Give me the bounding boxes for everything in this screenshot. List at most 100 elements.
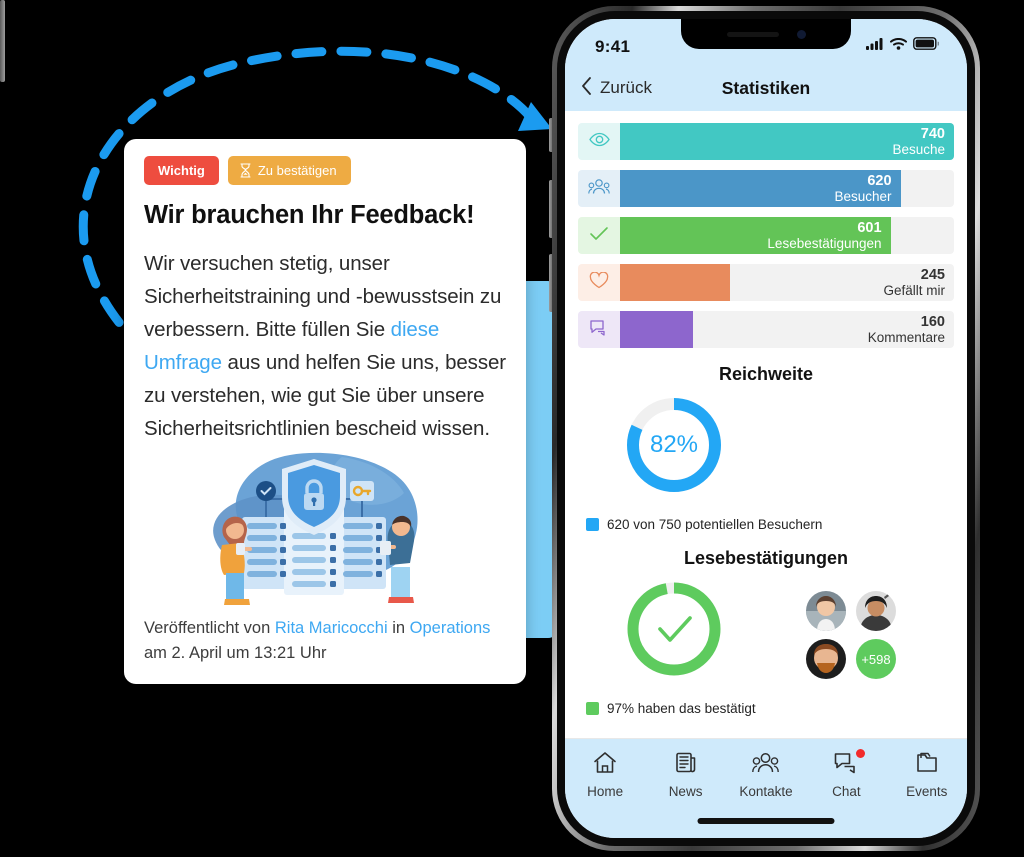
lesebestaetigungen-donut	[627, 582, 721, 676]
contacts-icon	[752, 751, 780, 779]
stat-label: Gefällt mir	[883, 282, 945, 298]
nav-bar: Zurück Statistiken	[565, 65, 967, 111]
stat-icon-bg	[578, 311, 620, 348]
stat-value: 245	[920, 266, 945, 283]
post-channel-link[interactable]: Operations	[410, 619, 491, 637]
tab-events[interactable]: Events	[891, 751, 963, 799]
tab-kontakte[interactable]: Kontakte	[730, 751, 802, 799]
lesebestaetigungen-donut-block: +598	[578, 577, 954, 699]
home-indicator[interactable]	[697, 818, 835, 824]
post-footer-date: am 2. April um 13:21 Uhr	[144, 644, 327, 662]
avatar[interactable]	[806, 591, 846, 631]
comment-icon	[589, 319, 609, 341]
status-bar-icons	[866, 37, 940, 55]
visitors-icon	[588, 178, 610, 200]
phone-frame: 9:41 Zurück Statistiken 740 Besuche 620 …	[552, 6, 980, 851]
stat-value: 620	[867, 172, 892, 189]
signal-icon	[866, 37, 884, 55]
avatar[interactable]	[856, 591, 896, 631]
tab-kontakte-label: Kontakte	[739, 784, 793, 799]
reader-avatars: +598	[806, 591, 918, 687]
post-footer: Veröffentlicht von Rita Maricocchi in Op…	[144, 616, 506, 666]
avatar-overflow-count[interactable]: +598	[856, 639, 896, 679]
stat-icon-bg	[578, 264, 620, 301]
wifi-icon	[890, 37, 907, 55]
stat-track: 740 Besuche	[620, 123, 954, 160]
check-icon	[589, 226, 609, 246]
lesebestaetigungen-legend-text: 97% haben das bestätigt	[607, 701, 756, 716]
badge-wichtig[interactable]: Wichtig	[144, 156, 219, 185]
post-card: Wichtig Zu bestätigen Wir brauchen Ihr F…	[124, 139, 526, 684]
legend-swatch-green	[586, 702, 599, 715]
stat-bar-gefaellt-mir[interactable]: 245 Gefällt mir	[578, 264, 954, 301]
reichweite-legend-text: 620 von 750 potentiellen Besuchern	[607, 517, 823, 532]
front-camera	[796, 29, 806, 39]
stat-label: Kommentare	[867, 329, 945, 345]
phone-screen: 9:41 Zurück Statistiken 740 Besuche 620 …	[565, 19, 967, 838]
phone-bezel: 9:41 Zurück Statistiken 740 Besuche 620 …	[557, 11, 975, 846]
avatar-row	[806, 591, 918, 631]
status-bar: 9:41	[565, 19, 967, 65]
stat-label: Besucher	[834, 188, 892, 204]
tab-chat-label: Chat	[832, 784, 861, 799]
stat-track: 160 Kommentare	[620, 311, 954, 348]
reichweite-donut-block: 82%	[578, 393, 954, 515]
post-title: Wir brauchen Ihr Feedback!	[144, 201, 475, 229]
status-bar-time: 9:41	[595, 37, 631, 56]
post-author-link[interactable]: Rita Maricocchi	[275, 619, 388, 637]
badge-wichtig-label: Wichtig	[158, 163, 205, 178]
stat-bar-besucher[interactable]: 620 Besucher	[578, 170, 954, 207]
earpiece-speaker	[726, 31, 779, 37]
stat-track: 245 Gefällt mir	[620, 264, 954, 301]
stat-labels: 740 Besuche	[892, 123, 945, 160]
stat-icon-bg	[578, 170, 620, 207]
screenshot-stage: Wichtig Zu bestätigen Wir brauchen Ihr F…	[0, 0, 1024, 857]
stat-bar-kommentare[interactable]: 160 Kommentare	[578, 311, 954, 348]
post-badges: Wichtig Zu bestätigen	[144, 156, 506, 185]
tab-home-label: Home	[587, 784, 624, 799]
tab-news-label: News	[668, 784, 703, 799]
statistics-content: 740 Besuche 620 Besucher 601 Lesebestäti…	[565, 111, 967, 716]
stat-fill	[620, 311, 694, 348]
power-button[interactable]	[0, 0, 5, 82]
stat-labels: 245 Gefällt mir	[883, 264, 945, 301]
legend-swatch-blue	[586, 518, 599, 531]
hourglass-icon	[239, 163, 252, 178]
tab-home[interactable]: Home	[569, 751, 641, 799]
tab-events-label: Events	[906, 784, 948, 799]
page-title: Statistiken	[721, 77, 811, 98]
events-icon	[915, 751, 939, 779]
data-security-servers-shield-lock-illustration	[213, 452, 418, 605]
stat-label: Lesebestätigungen	[767, 235, 882, 251]
stat-labels: 620 Besucher	[620, 170, 901, 207]
home-icon	[593, 751, 617, 779]
tab-news[interactable]: News	[650, 751, 722, 799]
avatar[interactable]	[806, 639, 846, 679]
reichweite-percent: 82%	[649, 431, 699, 458]
stat-bar-besuche[interactable]: 740 Besuche	[578, 123, 954, 160]
stat-value: 160	[920, 313, 945, 330]
stat-track: 601 Lesebestätigungen	[620, 217, 954, 254]
post-body: Wir versuchen stetig, unser Sicherheitst…	[144, 247, 506, 445]
post-body-part1: Wir versuchen stetig, unser Sicherheitst…	[144, 252, 502, 341]
stat-icon-bg	[578, 217, 620, 254]
stat-value: 601	[857, 219, 882, 236]
tab-chat[interactable]: Chat	[810, 749, 882, 799]
eye-icon	[588, 132, 610, 152]
reichweite-legend: 620 von 750 potentiellen Besuchern	[586, 517, 954, 532]
post-footer-middle: in	[387, 619, 410, 637]
news-icon	[674, 751, 698, 779]
stat-labels: 160 Kommentare	[868, 311, 945, 348]
lesebestaetigungen-legend: 97% haben das bestätigt	[586, 701, 954, 716]
notch	[681, 19, 851, 49]
post-illustration-wrapper	[144, 449, 506, 609]
stat-bar-lesebestaetigungen[interactable]: 601 Lesebestätigungen	[578, 217, 954, 254]
chat-notification-badge	[856, 749, 866, 758]
badge-zu-bestaetigen-label: Zu bestätigen	[257, 163, 337, 178]
stat-icon-bg	[578, 123, 620, 160]
badge-zu-bestaetigen[interactable]: Zu bestätigen	[227, 156, 351, 185]
stat-value: 740	[920, 125, 945, 142]
stat-fill	[620, 264, 731, 301]
stat-label: Besuche	[892, 141, 945, 157]
bottom-tab-bar: Home News Kontakte Chat Events	[565, 738, 967, 838]
